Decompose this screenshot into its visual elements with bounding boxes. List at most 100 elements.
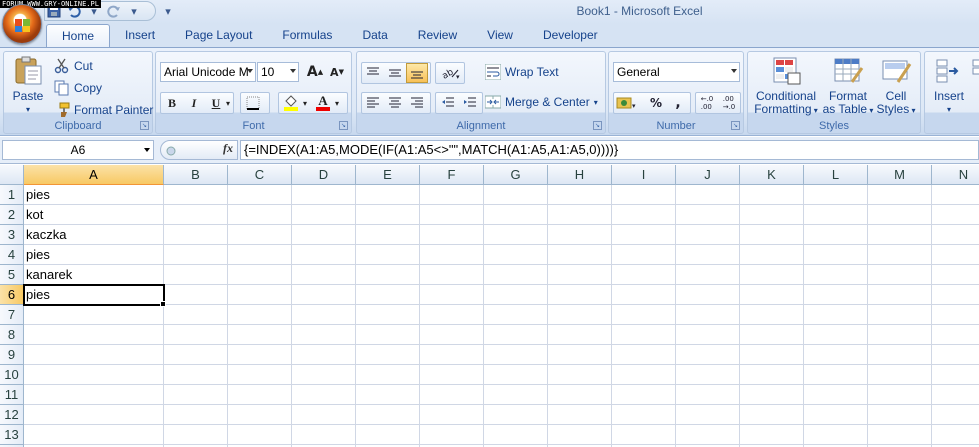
cell-n9[interactable]	[932, 345, 979, 365]
column-header-m[interactable]: M	[868, 165, 932, 185]
cell-e7[interactable]	[356, 305, 420, 325]
cell-g12[interactable]	[484, 405, 548, 425]
column-header-k[interactable]: K	[740, 165, 804, 185]
shrink-font-button[interactable]: A ▼	[326, 62, 348, 82]
cell-n7[interactable]	[932, 305, 979, 325]
office-button[interactable]	[2, 4, 42, 44]
delete-cells-button[interactable]	[971, 56, 979, 90]
column-header-c[interactable]: C	[228, 165, 292, 185]
cell-n13[interactable]	[932, 425, 979, 445]
cell-c13[interactable]	[228, 425, 292, 445]
cell-b1[interactable]	[164, 185, 228, 205]
cell-l7[interactable]	[804, 305, 868, 325]
row-header-9[interactable]: 9	[0, 345, 24, 365]
cell-n10[interactable]	[932, 365, 979, 385]
cell-e11[interactable]	[356, 385, 420, 405]
cell-a8[interactable]	[24, 325, 164, 345]
column-header-e[interactable]: E	[356, 165, 420, 185]
cell-l13[interactable]	[804, 425, 868, 445]
cell-j1[interactable]	[676, 185, 740, 205]
cell-i1[interactable]	[612, 185, 676, 205]
cell-l3[interactable]	[804, 225, 868, 245]
cell-k10[interactable]	[740, 365, 804, 385]
align-left-button[interactable]	[362, 93, 384, 113]
cell-n3[interactable]	[932, 225, 979, 245]
cell-l5[interactable]	[804, 265, 868, 285]
cell-j3[interactable]	[676, 225, 740, 245]
cell-d2[interactable]	[292, 205, 356, 225]
cell-e1[interactable]	[356, 185, 420, 205]
cell-i10[interactable]	[612, 365, 676, 385]
cell-b11[interactable]	[164, 385, 228, 405]
column-header-g[interactable]: G	[484, 165, 548, 185]
insert-cells-button[interactable]: Insert ▾	[929, 56, 969, 116]
cell-i9[interactable]	[612, 345, 676, 365]
cell-j5[interactable]	[676, 265, 740, 285]
cell-b4[interactable]	[164, 245, 228, 265]
paste-button[interactable]: Paste ▾	[8, 56, 48, 116]
cell-a13[interactable]	[24, 425, 164, 445]
cell-i8[interactable]	[612, 325, 676, 345]
cell-b10[interactable]	[164, 365, 228, 385]
cell-f11[interactable]	[420, 385, 484, 405]
dialog-launcher-icon[interactable]: ↘	[731, 121, 740, 130]
cell-i11[interactable]	[612, 385, 676, 405]
select-all-button[interactable]	[0, 165, 24, 185]
cell-a4[interactable]: pies	[24, 245, 164, 265]
cell-g9[interactable]	[484, 345, 548, 365]
column-header-l[interactable]: L	[804, 165, 868, 185]
column-header-b[interactable]: B	[164, 165, 228, 185]
cell-d11[interactable]	[292, 385, 356, 405]
cell-l12[interactable]	[804, 405, 868, 425]
cell-h7[interactable]	[548, 305, 612, 325]
cell-c6[interactable]	[228, 285, 292, 305]
cell-e3[interactable]	[356, 225, 420, 245]
cell-k11[interactable]	[740, 385, 804, 405]
cell-m8[interactable]	[868, 325, 932, 345]
cell-b8[interactable]	[164, 325, 228, 345]
cell-i3[interactable]	[612, 225, 676, 245]
cell-e10[interactable]	[356, 365, 420, 385]
cell-d8[interactable]	[292, 325, 356, 345]
cell-n5[interactable]	[932, 265, 979, 285]
cell-b5[interactable]	[164, 265, 228, 285]
cell-j2[interactable]	[676, 205, 740, 225]
cell-c9[interactable]	[228, 345, 292, 365]
cell-h12[interactable]	[548, 405, 612, 425]
align-right-button[interactable]	[406, 93, 428, 113]
cell-styles-button[interactable]: Cell Styles ▾	[874, 56, 918, 117]
dropdown-arrow-icon[interactable]: ▾	[222, 93, 234, 113]
formula-input[interactable]: {=INDEX(A1:A5,MODE(IF(A1:A5<>"",MATCH(A1…	[240, 140, 979, 160]
cell-l6[interactable]	[804, 285, 868, 305]
font-name-combo[interactable]: Arial Unicode M	[160, 62, 256, 82]
cell-j7[interactable]	[676, 305, 740, 325]
cell-g11[interactable]	[484, 385, 548, 405]
orientation-button[interactable]: ab ▾	[437, 63, 465, 83]
cell-k5[interactable]	[740, 265, 804, 285]
cell-n6[interactable]	[932, 285, 979, 305]
cell-h13[interactable]	[548, 425, 612, 445]
cell-g13[interactable]	[484, 425, 548, 445]
cell-a9[interactable]	[24, 345, 164, 365]
cell-e5[interactable]	[356, 265, 420, 285]
tab-page-layout[interactable]: Page Layout	[170, 24, 267, 47]
align-center-button[interactable]	[384, 93, 406, 113]
cell-k2[interactable]	[740, 205, 804, 225]
cell-a11[interactable]	[24, 385, 164, 405]
cell-m9[interactable]	[868, 345, 932, 365]
cell-a12[interactable]	[24, 405, 164, 425]
cell-k12[interactable]	[740, 405, 804, 425]
cell-f2[interactable]	[420, 205, 484, 225]
cell-c1[interactable]	[228, 185, 292, 205]
cell-m1[interactable]	[868, 185, 932, 205]
conditional-formatting-button[interactable]: Conditional Formatting ▾	[752, 56, 820, 117]
cell-a10[interactable]	[24, 365, 164, 385]
cell-f6[interactable]	[420, 285, 484, 305]
borders-button[interactable]	[242, 93, 264, 113]
cell-n2[interactable]	[932, 205, 979, 225]
cell-j4[interactable]	[676, 245, 740, 265]
copy-button[interactable]: Copy	[54, 78, 102, 98]
cell-c5[interactable]	[228, 265, 292, 285]
dialog-launcher-icon[interactable]: ↘	[140, 121, 149, 130]
number-format-combo[interactable]: General	[613, 62, 740, 82]
